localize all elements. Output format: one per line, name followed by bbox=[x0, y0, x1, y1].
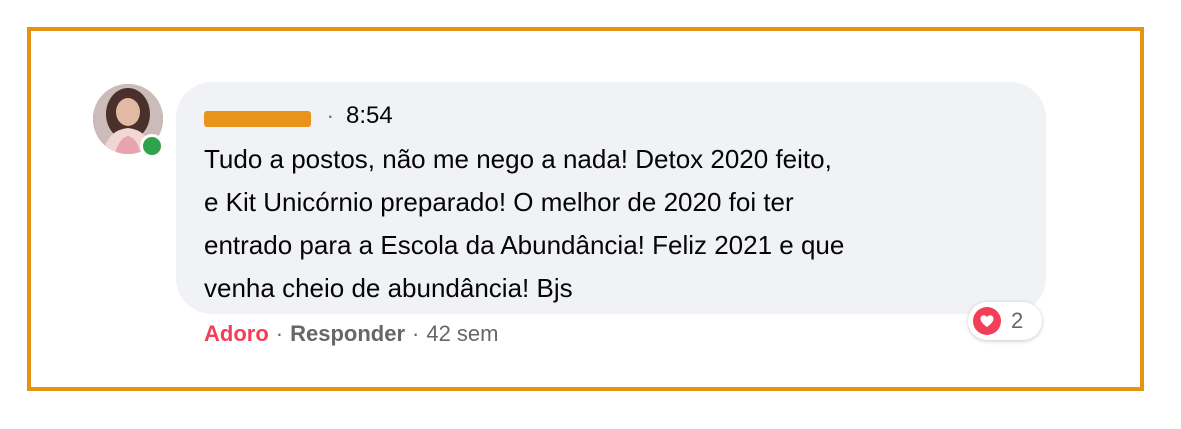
comment-actions: Adoro · Responder · 42 sem bbox=[204, 318, 499, 350]
love-reaction-button[interactable]: Adoro bbox=[204, 321, 269, 347]
action-separator: · bbox=[412, 321, 420, 346]
comment-time[interactable]: 8:54 bbox=[346, 102, 393, 130]
action-separator: · bbox=[275, 321, 284, 346]
header-separator: · bbox=[326, 103, 334, 128]
comment-line: entrado para a Escola da Abundância! Fel… bbox=[204, 230, 845, 260]
online-status-dot bbox=[140, 134, 164, 158]
reaction-summary[interactable]: 2 bbox=[968, 302, 1042, 340]
reaction-count: 2 bbox=[1011, 308, 1024, 333]
comment-text: Tudo a postos, não me nego a nada! Detox… bbox=[204, 138, 1024, 310]
comment-line: venha cheio de abundância! Bjs bbox=[204, 273, 573, 303]
redaction-bar bbox=[204, 111, 311, 127]
comment-header: Cris Lobo · 8:54 bbox=[204, 100, 393, 132]
reply-button[interactable]: Responder bbox=[290, 321, 405, 347]
comment-age[interactable]: 42 sem bbox=[426, 321, 498, 347]
heart-icon bbox=[973, 307, 1001, 335]
author-name-redacted[interactable]: Cris Lobo bbox=[204, 103, 311, 129]
comment-line: Tudo a postos, não me nego a nada! Detox… bbox=[204, 144, 832, 174]
comment-line: e Kit Unicórnio preparado! O melhor de 2… bbox=[204, 187, 794, 217]
